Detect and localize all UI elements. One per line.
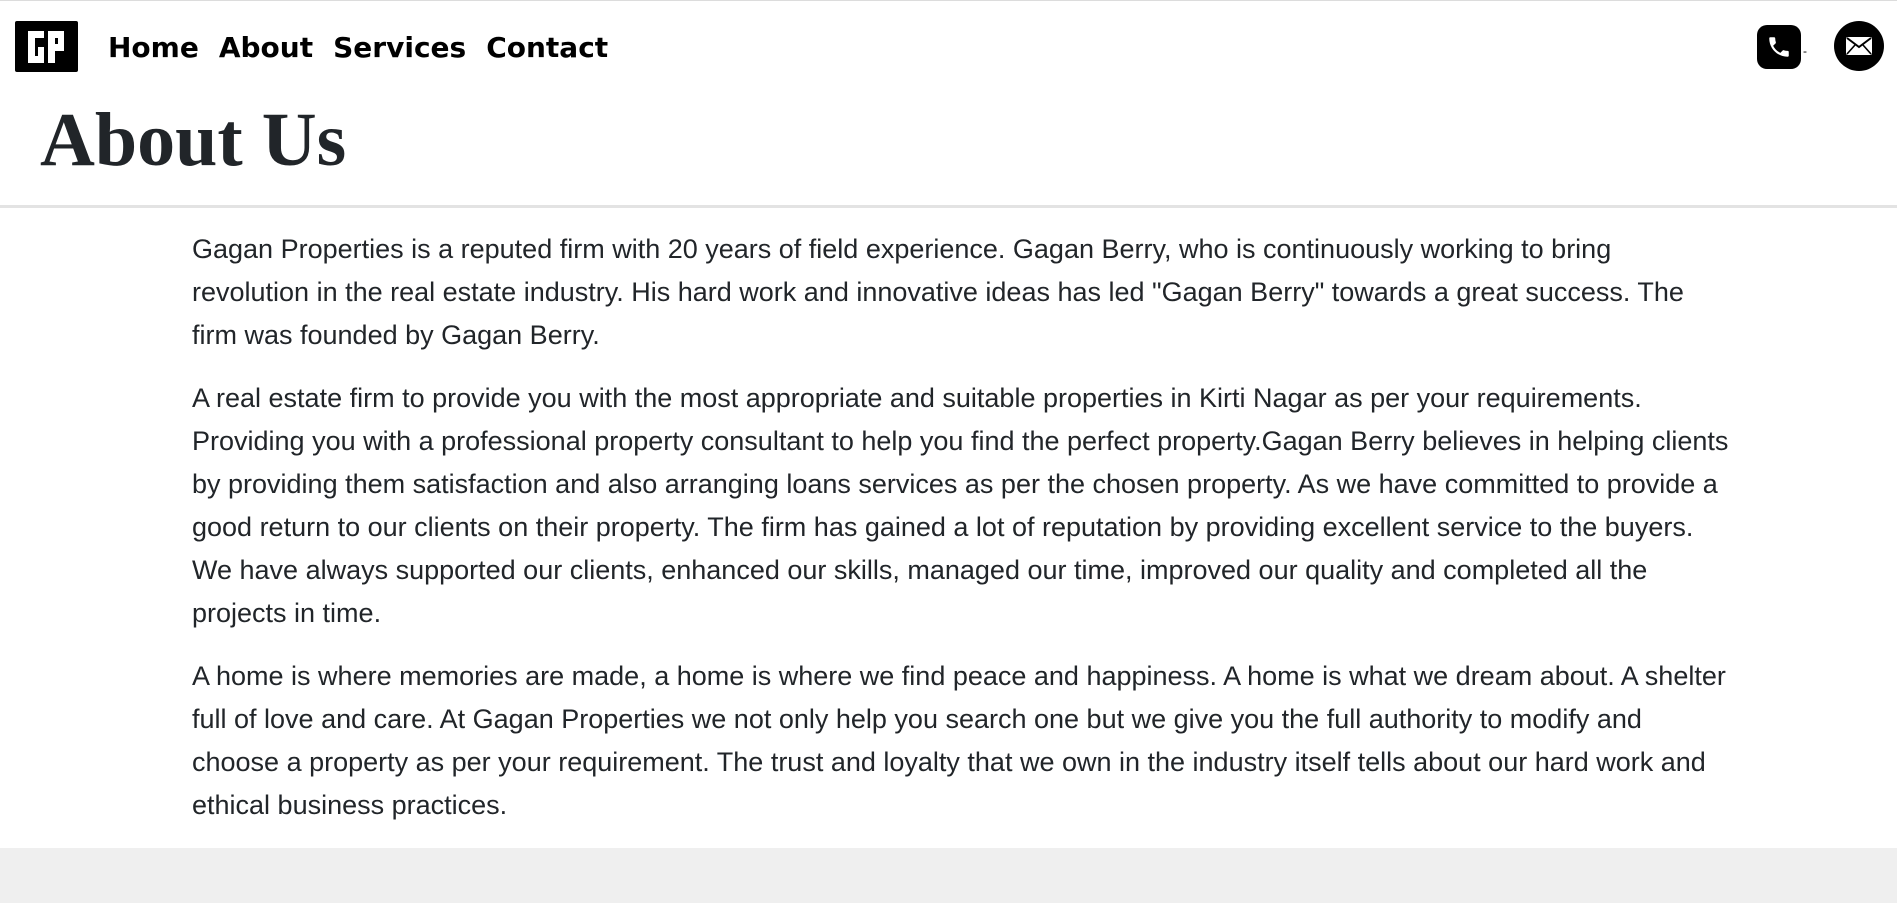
phone-icon xyxy=(1769,37,1789,57)
mail-icon xyxy=(1846,37,1872,55)
phone-button[interactable] xyxy=(1757,25,1801,69)
main-nav: Home About Services Contact xyxy=(108,31,628,65)
nav-contact-link[interactable]: Contact xyxy=(486,31,608,65)
brand-logo[interactable]: GP xyxy=(15,21,78,72)
phone-number-text[interactable]: - xyxy=(1803,45,1807,57)
nav-services-link[interactable]: Services xyxy=(333,31,466,65)
footer xyxy=(0,848,1897,903)
header-divider xyxy=(0,205,1897,208)
about-paragraph-2: A real estate firm to provide you with t… xyxy=(192,383,1729,628)
nav-home-link[interactable]: Home xyxy=(108,31,199,65)
nav-about-link[interactable]: About xyxy=(219,31,313,65)
email-button[interactable] xyxy=(1834,21,1884,71)
about-content: Gagan Properties is a reputed firm with … xyxy=(192,228,1732,847)
gp-logo-icon: GP xyxy=(27,30,64,63)
about-paragraph-1: Gagan Properties is a reputed firm with … xyxy=(192,234,1684,350)
about-paragraph-3: A home is where memories are made, a hom… xyxy=(192,661,1726,820)
page-title: About Us xyxy=(40,98,347,182)
navbar: GP Home About Services Contact - xyxy=(0,1,1897,93)
